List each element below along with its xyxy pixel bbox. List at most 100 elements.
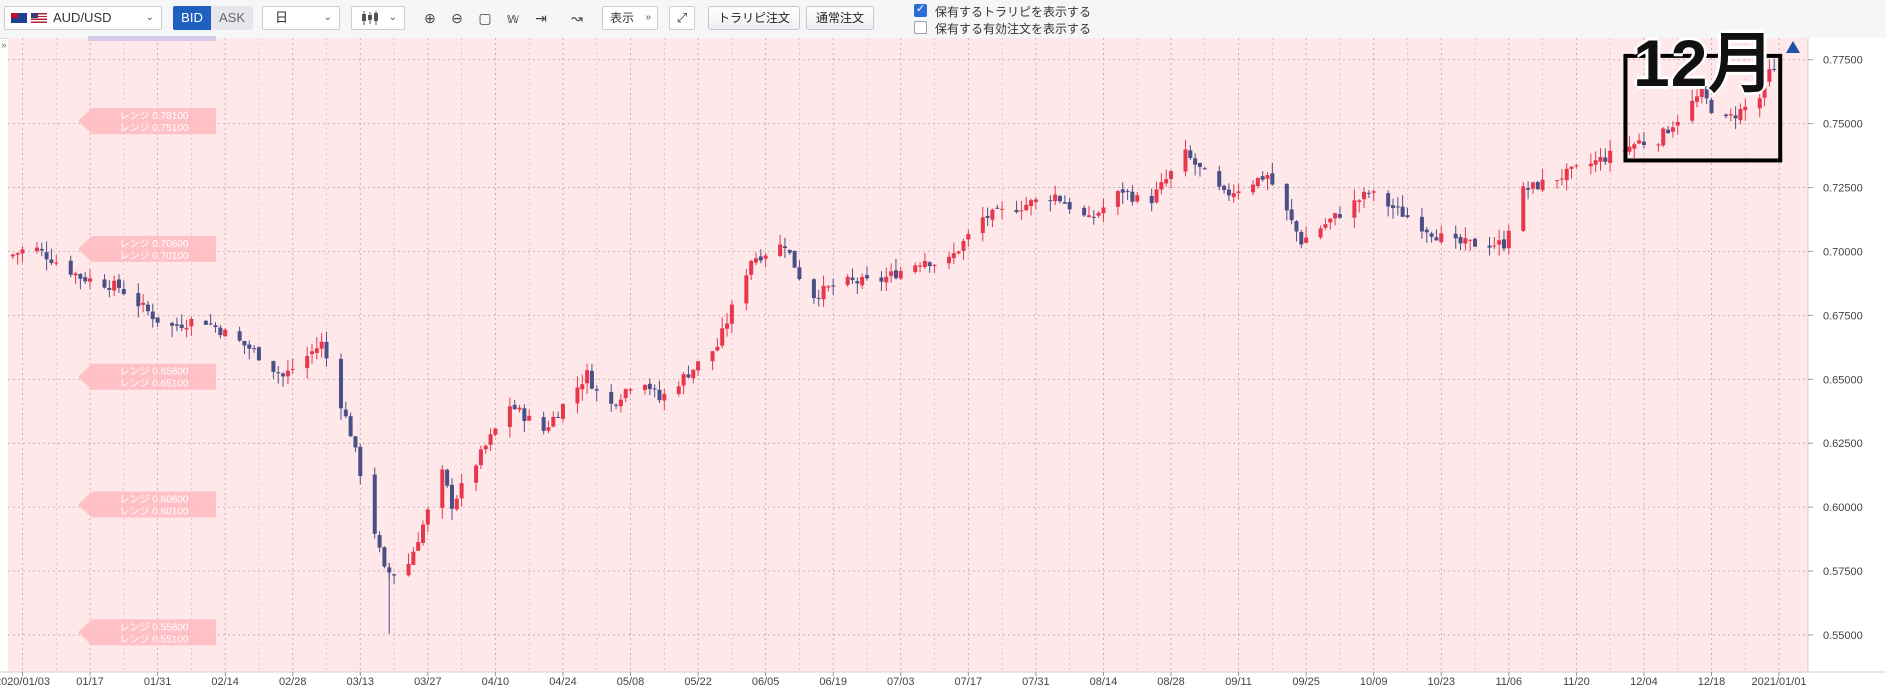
candle-body <box>1458 236 1463 244</box>
candle-body <box>150 311 155 320</box>
candle-body <box>1024 204 1029 211</box>
candle-body <box>1226 189 1231 196</box>
y-tick-label: 0.55000 <box>1823 630 1863 642</box>
candle-body <box>1197 163 1202 167</box>
candle-body <box>985 215 990 218</box>
candle-body <box>541 417 546 431</box>
candle-body <box>121 288 126 295</box>
candle-body <box>1120 189 1125 193</box>
candle-body <box>1260 176 1265 180</box>
candle-body <box>1627 146 1632 152</box>
candle-body <box>580 384 585 390</box>
candle-body <box>1231 193 1236 198</box>
candle-body <box>372 474 377 534</box>
candle-body <box>1555 180 1560 182</box>
candle-body <box>956 251 961 254</box>
candle-body <box>425 509 430 525</box>
candle-body <box>483 445 488 450</box>
candle-body <box>338 358 343 409</box>
candle-body <box>1439 233 1444 243</box>
candle-body <box>1323 224 1328 228</box>
candle-body <box>951 253 956 259</box>
x-tick-label: 01/17 <box>76 676 104 688</box>
candle-body <box>1468 239 1473 241</box>
candle-body <box>252 348 257 350</box>
candle-body <box>744 275 749 304</box>
candle-body <box>1637 140 1642 144</box>
x-tick-label: 05/22 <box>684 676 712 688</box>
y-tick-label: 0.62500 <box>1823 438 1863 450</box>
candle-body <box>310 351 315 355</box>
candle-body <box>1526 188 1531 190</box>
candle-body <box>107 287 112 290</box>
candle-body <box>1294 221 1299 232</box>
candle-body <box>947 256 952 264</box>
candle-body <box>247 344 252 349</box>
annotation-title: 12月 <box>1633 26 1776 100</box>
candle-body <box>927 262 932 266</box>
candle-body <box>850 277 855 281</box>
candle-body <box>223 329 228 337</box>
candle-body <box>1053 194 1058 202</box>
candle-body <box>855 281 860 284</box>
price-chart[interactable]: 0.55000 0.57500 0.60000 0.62500 0.65000 0.675… <box>0 0 1886 688</box>
y-tick-label: 0.65000 <box>1823 374 1863 386</box>
candle-body <box>1217 171 1222 187</box>
candle-body <box>392 574 397 576</box>
candle-body <box>652 388 657 390</box>
candle-body <box>749 260 754 275</box>
x-tick-label: 07/31 <box>1022 676 1050 688</box>
candle-body <box>1530 182 1535 189</box>
candle-body <box>1000 208 1005 210</box>
candle-body <box>324 341 329 359</box>
collapse-panel-icon[interactable]: » <box>1 40 7 51</box>
candle-body <box>1149 195 1154 204</box>
candle-body <box>1362 191 1367 200</box>
candle-body <box>184 327 189 330</box>
candle-body <box>1096 212 1101 216</box>
candle-body <box>1337 214 1342 218</box>
candle-body <box>618 399 623 407</box>
range-tag-line1: レンジ 0.70600 <box>120 239 189 250</box>
candle-body <box>145 304 150 312</box>
candle-body <box>681 374 686 386</box>
range-tag-line1: レンジ 0.78100 <box>120 111 189 122</box>
candle <box>1473 237 1478 247</box>
candle-body <box>1593 160 1598 165</box>
candle-body <box>34 247 39 252</box>
candle-body <box>213 325 218 328</box>
y-tick-label: 0.67500 <box>1823 310 1863 322</box>
candle-body <box>1058 196 1063 202</box>
candle-body <box>377 535 382 548</box>
candle-body <box>1371 191 1376 193</box>
x-tick-label: 05/08 <box>617 676 645 688</box>
candle-body <box>1164 179 1169 184</box>
x-tick-label: 2021/01/01 <box>1752 676 1807 688</box>
candle-body <box>1608 150 1613 163</box>
candle-body <box>1487 245 1492 248</box>
range-tag-line2: レンジ 0.65100 <box>120 379 189 390</box>
x-tick-label: 09/11 <box>1225 676 1252 688</box>
x-tick-label: 11/20 <box>1563 676 1590 688</box>
candle-body <box>966 233 971 240</box>
candle-body <box>763 255 768 259</box>
candle-body <box>218 327 223 336</box>
candle-body <box>1019 210 1024 212</box>
candle-body <box>10 254 15 257</box>
candle-body <box>585 370 590 384</box>
x-tick-label: 2020/01/03 <box>0 676 50 688</box>
x-tick-label: 12/18 <box>1698 676 1726 688</box>
candle-body <box>1429 233 1434 237</box>
candle-body <box>237 331 242 341</box>
candle-body <box>811 279 816 299</box>
range-tag-top-stub <box>88 36 216 41</box>
candle-body <box>271 361 276 372</box>
candle-body <box>1318 228 1323 238</box>
candle-body <box>83 277 88 282</box>
candle-body <box>753 258 758 263</box>
candle-body <box>647 383 652 390</box>
candle-body <box>898 270 903 279</box>
x-tick-label: 07/17 <box>955 676 983 688</box>
candle-body <box>203 320 208 325</box>
candle-body <box>1434 237 1439 241</box>
